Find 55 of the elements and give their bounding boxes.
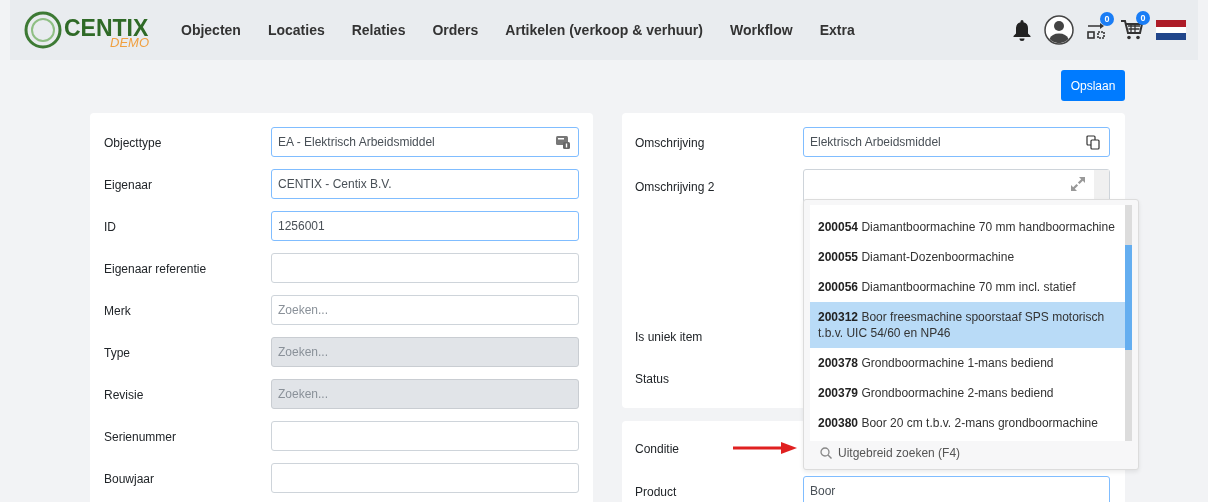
text-field[interactable]: CENTIX - Centix B.V. [271, 169, 579, 199]
count-badge: 0 [1136, 11, 1150, 25]
field-label: Conditie [635, 442, 680, 456]
text-field[interactable] [271, 463, 579, 493]
text-field[interactable] [271, 253, 579, 283]
field-label: Eigenaar [104, 178, 153, 192]
logo-circle-icon [24, 11, 62, 49]
nav-link[interactable]: Artikelen (verkoop & verhuur) [505, 22, 703, 38]
field-label: Status [635, 372, 670, 386]
field-label: Is uniek item [635, 330, 703, 344]
field-label: Objecttype [104, 136, 162, 150]
logo-tag: DEMO [110, 35, 149, 50]
field-label: Product [635, 485, 677, 499]
field-label: Omschrijving 2 [635, 180, 715, 194]
bell-icon[interactable] [1012, 19, 1032, 41]
dropdown-option[interactable]: 200378 Grondboormachine 1-mans bediend [810, 348, 1125, 378]
field-label: ID [104, 220, 116, 234]
field-label: Omschrijving [635, 136, 705, 150]
compare-icon[interactable] [1086, 20, 1108, 40]
field-label: Merk [104, 304, 131, 318]
field-label: Revisie [104, 388, 144, 402]
nav-link[interactable]: Objecten [181, 22, 241, 38]
save-button[interactable]: Opslaan [1061, 70, 1125, 101]
text-field[interactable]: Zoeken... [271, 295, 579, 325]
search-icon [820, 447, 832, 459]
count-badge: 0 [1100, 12, 1114, 26]
advanced-search-link[interactable]: Uitgebreid zoeken (F4) [810, 441, 1132, 465]
card-icon[interactable] [556, 135, 570, 149]
field-label: Eigenaar referentie [104, 262, 207, 276]
dropdown-option[interactable]: 200056 Diamantboormachine 70 mm incl. statief [810, 272, 1125, 302]
text-field[interactable]: Boor [803, 476, 1110, 502]
nav-link[interactable]: Orders [432, 22, 479, 38]
dropdown-option[interactable]: 200312 Boor freesmachine spoorstaaf SPS motorisch t.b.v. UIC 54/60 en NP46 [810, 302, 1125, 348]
pointer-arrow [733, 441, 797, 455]
nav-link[interactable]: Extra [819, 22, 855, 38]
cart-icon[interactable] [1120, 19, 1144, 41]
scrollbar-drawing[interactable] [1125, 205, 1132, 441]
user-avatar-icon[interactable] [1044, 15, 1074, 45]
flag-icon[interactable] [1156, 20, 1186, 40]
dropdown-option[interactable]: 200055 Diamant-Dozenboormachine [810, 242, 1125, 272]
text-field[interactable]: Elektrisch Arbeidsmiddel [803, 127, 1110, 157]
dropdown-option[interactable]: 200054 Diamantboormachine 70 mm handboormachine [810, 212, 1125, 242]
dropdown-option[interactable]: 200379 Grondboormachine 2-mans bediend [810, 378, 1125, 408]
field-label: Type [104, 346, 130, 360]
nav-link[interactable]: Locaties [267, 22, 325, 38]
field-label: Serienummer [104, 430, 177, 444]
nav-link[interactable]: Relaties [351, 22, 406, 38]
nav-link[interactable]: Workflow [729, 22, 793, 38]
dropdown-option[interactable]: 200380 Boor 20 cm t.b.v. 2-mans grondboormachine [810, 408, 1125, 438]
field-label: Bouwjaar [104, 472, 155, 486]
select-field[interactable]: EA - Elektrisch Arbeidsmiddel [271, 127, 579, 157]
text-field[interactable] [271, 421, 579, 451]
expand-icon[interactable] [1070, 176, 1086, 192]
copy-icon[interactable] [1086, 135, 1101, 150]
text-field[interactable]: 1256001 [271, 211, 579, 241]
